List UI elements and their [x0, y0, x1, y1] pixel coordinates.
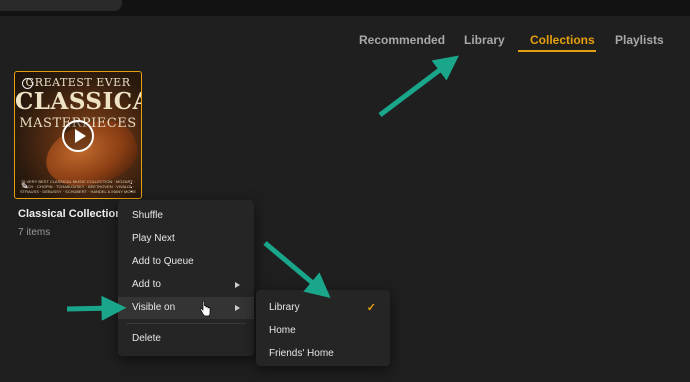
- submenu-item-library[interactable]: Library ✓: [256, 297, 390, 319]
- collection-title[interactable]: Classical Collections: [18, 208, 128, 220]
- top-bar: [0, 0, 690, 16]
- menu-item-delete[interactable]: Delete: [118, 328, 254, 350]
- submenu-item-home[interactable]: Home: [256, 320, 390, 342]
- menu-item-visible-on-label: Visible on: [132, 302, 176, 313]
- pencil-icon[interactable]: ✎: [21, 181, 29, 192]
- menu-item-shuffle[interactable]: Shuffle: [118, 205, 254, 227]
- collection-item-count: 7 items: [18, 227, 51, 238]
- tab-playlists[interactable]: Playlists: [615, 33, 664, 47]
- submenu-item-friends-home[interactable]: Friends' Home: [256, 343, 390, 365]
- menu-divider: [126, 323, 246, 324]
- menu-item-add-to-queue[interactable]: Add to Queue: [118, 251, 254, 273]
- menu-item-add-to-label: Add to: [132, 279, 161, 290]
- active-tab-indicator: [518, 50, 596, 52]
- annotation-arrow-library-submenu: [263, 241, 331, 299]
- collection-artwork[interactable]: GREATEST EVER CLASSICAL MASTERPIECES 75 …: [14, 71, 142, 199]
- submenu-arrow-icon: [235, 282, 240, 288]
- search-bar[interactable]: [0, 0, 122, 11]
- menu-item-add-to[interactable]: Add to: [118, 274, 254, 296]
- play-icon[interactable]: [62, 120, 94, 152]
- context-menu: Shuffle Play Next Add to Queue Add to Vi…: [118, 200, 254, 356]
- annotation-arrow-library-tab: [378, 55, 459, 117]
- annotation-arrow-visible-on: [66, 295, 127, 321]
- tab-recommended[interactable]: Recommended: [359, 33, 445, 47]
- submenu-arrow-icon: [235, 305, 240, 311]
- menu-item-visible-on[interactable]: Visible on: [118, 297, 254, 319]
- artwork-text-line2: CLASSICAL: [15, 88, 141, 115]
- submenu-item-library-label: Library: [269, 302, 300, 313]
- more-options-icon[interactable]: · · ·: [130, 179, 133, 197]
- artwork-text-line4: 75 VERY BEST CLASSICAL MUSIC COLLECTION …: [19, 179, 137, 194]
- menu-item-play-next[interactable]: Play Next: [118, 228, 254, 250]
- checkmark-icon: ✓: [366, 302, 376, 314]
- tab-library[interactable]: Library: [464, 33, 505, 47]
- hand-pointer-cursor-icon: [200, 301, 211, 317]
- select-circle-icon[interactable]: [22, 78, 33, 89]
- tab-collections[interactable]: Collections: [530, 33, 595, 47]
- visible-on-submenu: Library ✓ Home Friends' Home: [256, 290, 390, 366]
